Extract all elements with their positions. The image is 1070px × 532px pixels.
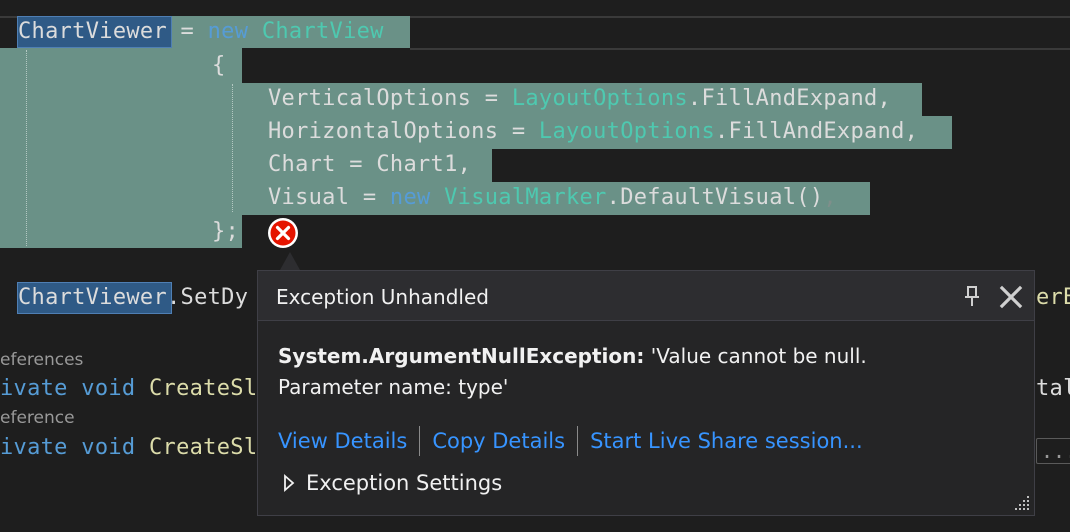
- exception-text: 'Value cannot be null.: [644, 344, 867, 368]
- code-line-9: ivate void CreateSl: [0, 376, 258, 401]
- exception-popup: Exception Unhandled System.ArgumentNullE…: [257, 270, 1035, 516]
- selection-block: [0, 48, 242, 248]
- code-line-1: ChartViewer = new ChartView: [18, 19, 384, 44]
- indent-guide: [26, 50, 27, 246]
- view-details-link[interactable]: View Details: [278, 429, 407, 453]
- exception-settings-label: Exception Settings: [306, 471, 503, 495]
- popup-header: Exception Unhandled: [258, 271, 1034, 321]
- code-line-8: ChartViewer.SetDy: [18, 285, 249, 310]
- copy-details-link[interactable]: Copy Details: [432, 429, 565, 453]
- indent-guide: [232, 84, 233, 212]
- expand-triangle-icon: [284, 474, 295, 492]
- code-line-8-tail: erB: [1036, 285, 1070, 310]
- code-line-6: Visual = new VisualMarker.DefaultVisual(…: [268, 185, 837, 210]
- resize-grip-icon[interactable]: [1014, 495, 1030, 511]
- code-line-2: {: [212, 53, 226, 78]
- code-line-9-tail: tal: [1036, 376, 1070, 401]
- current-line-border: [410, 48, 1070, 50]
- code-line-10: ivate void CreateSl: [0, 435, 258, 460]
- exception-message: System.ArgumentNullException: 'Value can…: [278, 341, 867, 403]
- collapsed-region-ellipsis[interactable]: ...: [1036, 438, 1070, 464]
- error-icon[interactable]: [267, 217, 299, 249]
- codelens-references[interactable]: eferences: [0, 350, 83, 370]
- codelens-reference[interactable]: eference: [0, 408, 75, 428]
- link-separator: [419, 426, 421, 456]
- popup-links: View Details Copy Details Start Live Sha…: [278, 425, 863, 457]
- code-line-4: HorizontalOptions = LayoutOptions.FillAn…: [268, 119, 919, 144]
- code-line-5: Chart = Chart1,: [268, 152, 472, 177]
- exception-type: System.ArgumentNullException:: [278, 344, 645, 368]
- popup-pointer: [280, 252, 300, 270]
- popup-title: Exception Unhandled: [276, 285, 489, 309]
- close-icon[interactable]: [998, 284, 1024, 310]
- link-separator: [577, 426, 579, 456]
- code-line-7: };: [212, 219, 240, 244]
- code-line-3: VerticalOptions = LayoutOptions.FillAndE…: [268, 86, 892, 111]
- pin-icon[interactable]: [962, 285, 982, 307]
- exception-text-2: Parameter name: type': [278, 375, 509, 399]
- exception-settings-toggle[interactable]: Exception Settings: [282, 471, 502, 495]
- live-share-link[interactable]: Start Live Share session...: [590, 429, 863, 453]
